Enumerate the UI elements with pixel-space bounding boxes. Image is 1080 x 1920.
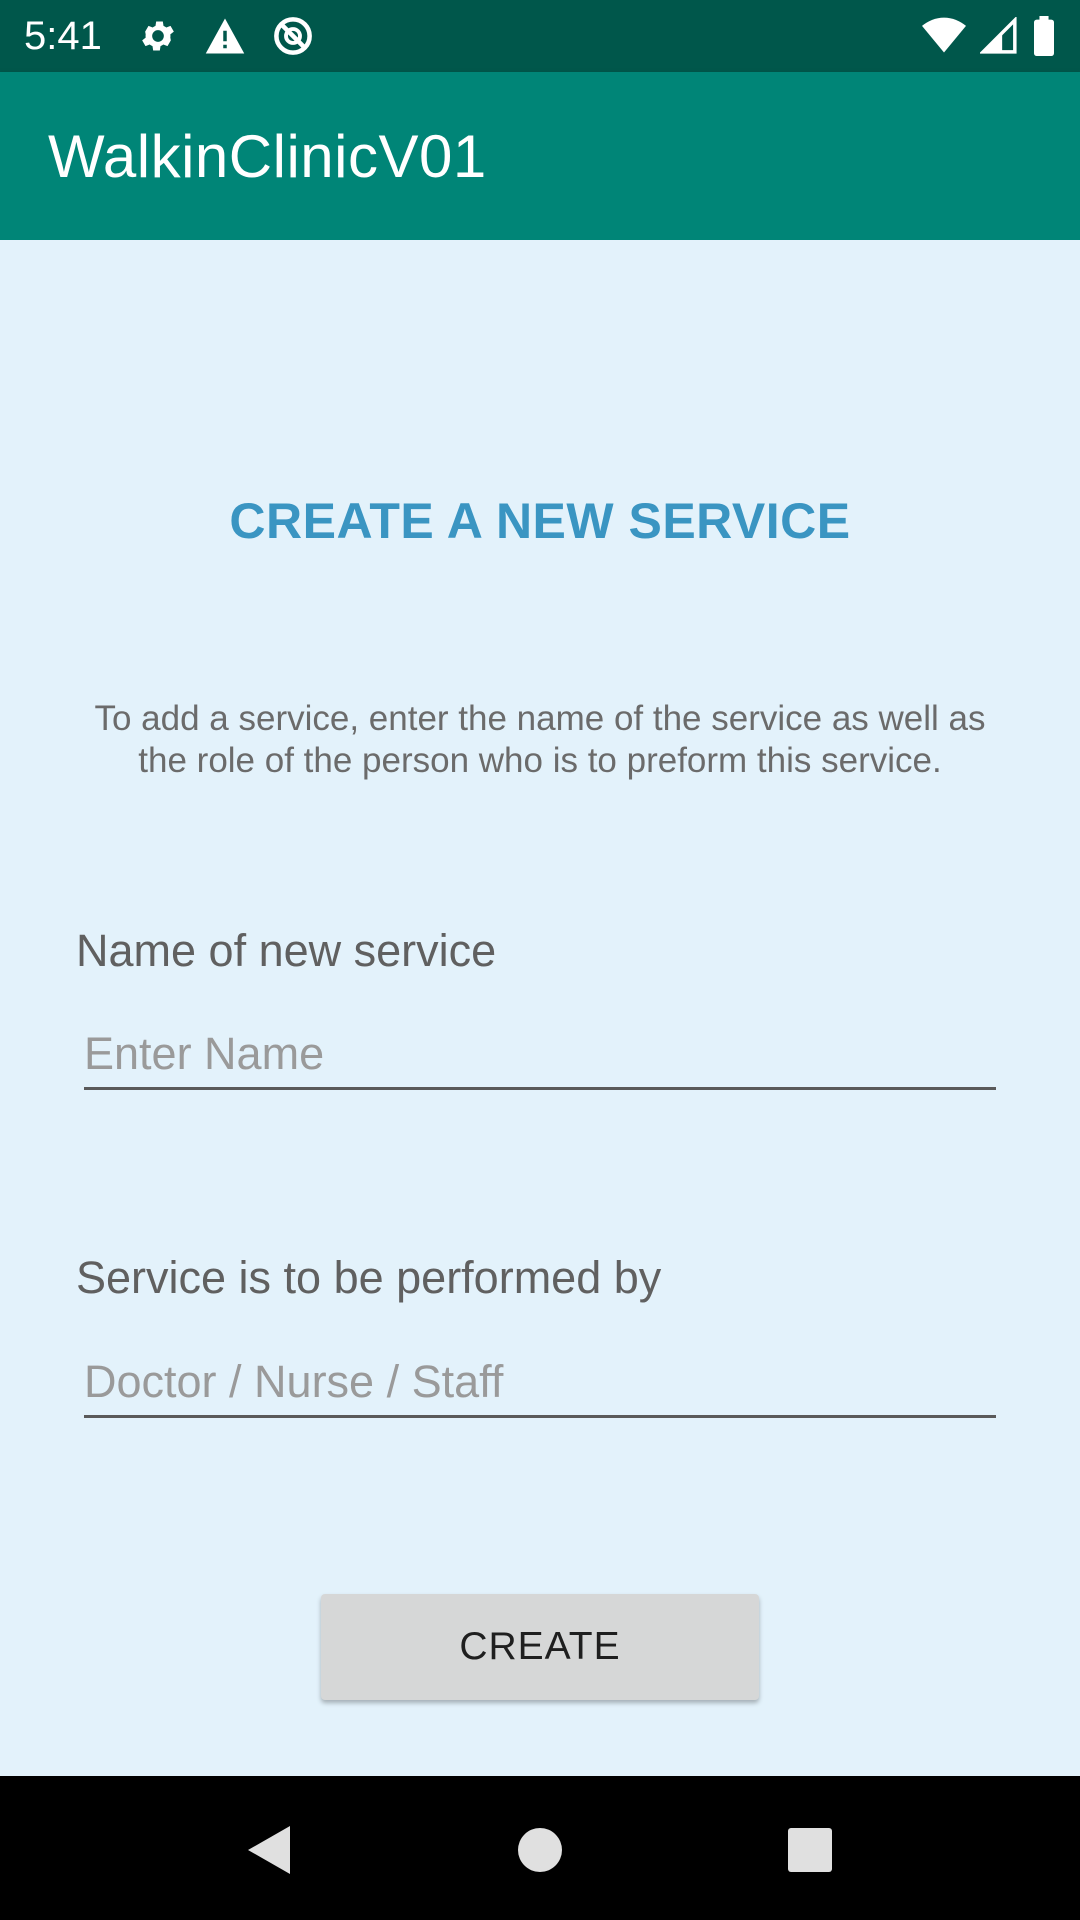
status-icons-left [138, 15, 314, 57]
status-bar: 5:41 [0, 0, 1080, 72]
wifi-icon [922, 17, 966, 55]
status-icons-right [922, 16, 1056, 56]
instructions-text: To add a service, enter the name of the … [94, 699, 986, 780]
service-role-label: Service is to be performed by [76, 1252, 662, 1303]
service-name-label: Name of new service [76, 925, 497, 976]
page-heading: CREATE A NEW SERVICE [229, 493, 851, 549]
battery-icon [1032, 16, 1056, 56]
app-title: WalkinClinicV01 [48, 122, 487, 190]
service-role-input[interactable] [84, 1348, 996, 1418]
create-service-form: CREATE A NEW SERVICE To add a service, e… [0, 240, 1080, 1776]
service-name-input[interactable] [84, 1020, 996, 1090]
app-bar: WalkinClinicV01 [0, 72, 1080, 240]
cell-signal-icon [980, 17, 1018, 55]
home-icon [518, 1828, 562, 1872]
back-button[interactable] [240, 1822, 296, 1878]
status-time: 5:41 [24, 13, 102, 58]
back-icon [248, 1826, 290, 1874]
create-button[interactable]: CREATE [321, 1594, 759, 1700]
recents-button[interactable] [782, 1822, 838, 1878]
navigation-bar [0, 1776, 1080, 1920]
no-sync-icon [272, 15, 314, 57]
recents-icon [788, 1828, 832, 1872]
settings-icon [138, 16, 178, 56]
home-button[interactable] [512, 1822, 568, 1878]
warning-icon [204, 16, 246, 56]
